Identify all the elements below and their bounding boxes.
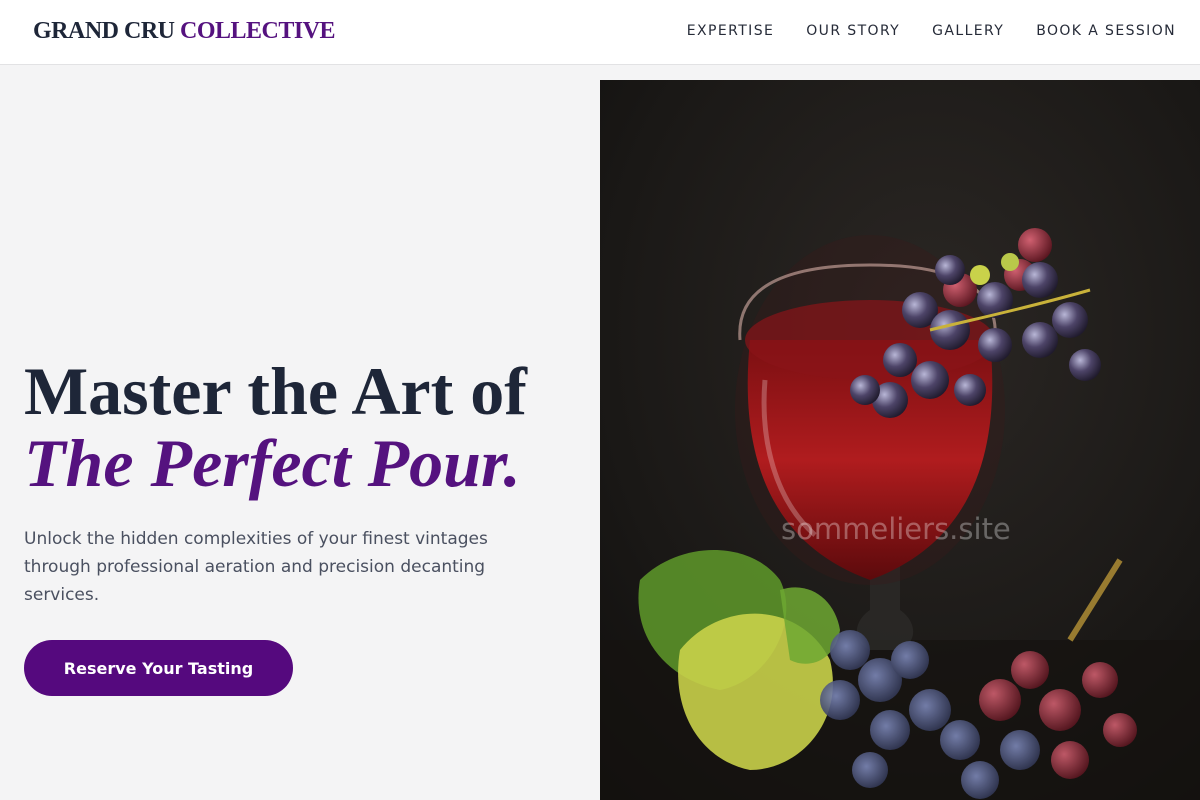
hero-subtext: Unlock the hidden complexities of your f…: [24, 529, 488, 605]
hero-content: Master the Art of The Perfect Pour. Unlo…: [0, 65, 600, 800]
nav-gallery[interactable]: GALLERY: [932, 23, 1004, 39]
nav-book-a-session[interactable]: BOOK A SESSION: [1036, 23, 1176, 39]
image-watermark: sommeliers.site: [781, 512, 1011, 546]
nav-expertise[interactable]: EXPERTISE: [687, 23, 774, 39]
brand-accent: COLLECTIVE: [180, 18, 336, 44]
headline-line-1: Master the Art of: [24, 353, 527, 429]
nav-our-story[interactable]: OUR STORY: [806, 23, 900, 39]
hero-image: sommeliers.site: [600, 80, 1200, 800]
brand-logo[interactable]: GRAND CRU COLLECTIVE: [33, 18, 336, 45]
headline-line-2: The Perfect Pour.: [24, 425, 521, 501]
hero-headline: Master the Art of The Perfect Pour.: [24, 355, 527, 499]
site-header: GRAND CRU COLLECTIVE EXPERTISE OUR STORY…: [0, 0, 1200, 65]
wine-glass-grapes-photo: [600, 80, 1200, 800]
reserve-tasting-button[interactable]: Reserve Your Tasting: [24, 640, 293, 696]
main-nav: EXPERTISE OUR STORY GALLERY BOOK A SESSI…: [687, 23, 1176, 39]
brand-primary: GRAND CRU: [33, 18, 175, 44]
